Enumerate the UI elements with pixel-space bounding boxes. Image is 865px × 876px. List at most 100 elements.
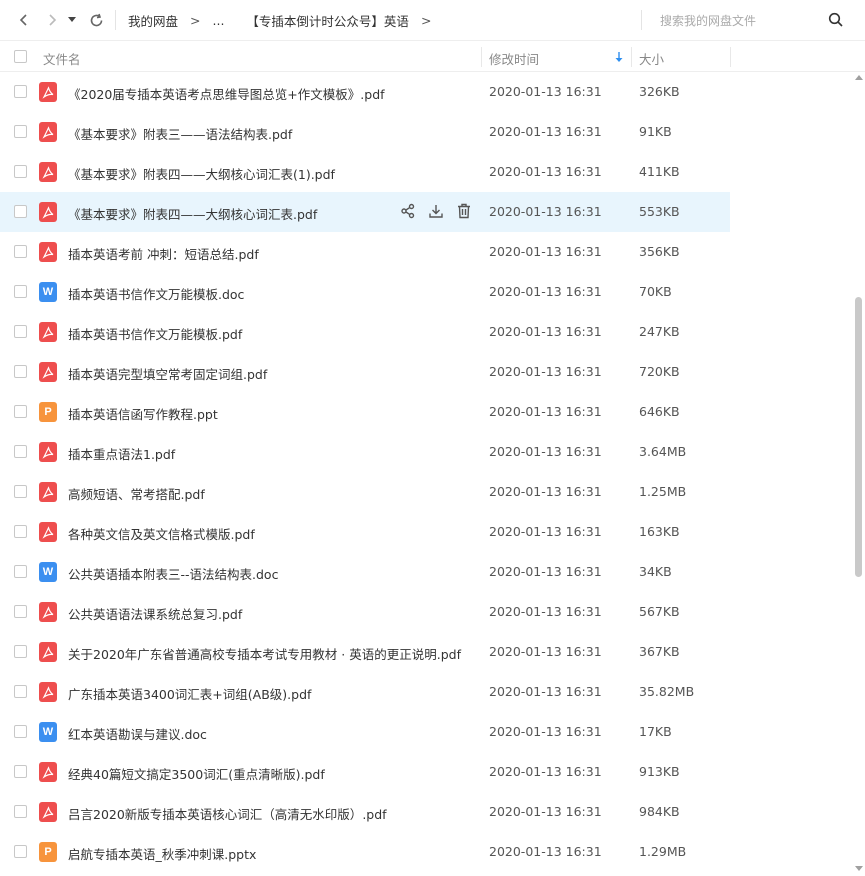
file-row[interactable]: W 红本英语勘误与建议.doc 2020-01-13 16:31 17KB xyxy=(0,712,730,752)
file-row[interactable]: P 启航专插本英语_秋季冲刺课.pptx 2020-01-13 16:31 1.29M… xyxy=(0,832,730,872)
row-checkbox[interactable] xyxy=(14,645,27,658)
breadcrumb-item-ellipsis[interactable]: ... xyxy=(213,13,225,28)
row-checkbox[interactable] xyxy=(14,725,27,738)
file-modified-time: 2020-01-13 16:31 xyxy=(489,164,602,179)
file-name[interactable]: 插本英语考前 冲刺：短语总结.pdf xyxy=(68,244,259,263)
row-checkbox[interactable] xyxy=(14,125,27,138)
pdf-file-icon xyxy=(39,202,57,222)
row-checkbox[interactable] xyxy=(14,205,27,218)
file-modified-time: 2020-01-13 16:31 xyxy=(489,524,602,539)
file-modified-time: 2020-01-13 16:31 xyxy=(489,444,602,459)
file-row[interactable]: 插本英语考前 冲刺：短语总结.pdf 2020-01-13 16:31 356KB xyxy=(0,232,730,272)
file-size: 646KB xyxy=(639,404,680,419)
row-checkbox[interactable] xyxy=(14,845,27,858)
file-name[interactable]: 关于2020年广东省普通高校专插本考试专用教材 · 英语的更正说明.pdf xyxy=(68,644,461,663)
file-row[interactable]: 关于2020年广东省普通高校专插本考试专用教材 · 英语的更正说明.pdf 202… xyxy=(0,632,730,672)
select-all-checkbox[interactable] xyxy=(14,50,27,63)
file-name[interactable]: 《基本要求》附表四——大纲核心词汇表.pdf xyxy=(68,204,317,223)
file-name[interactable]: 公共英语语法课系统总复习.pdf xyxy=(68,604,242,623)
file-row[interactable]: 《2020届专插本英语考点思维导图总览+作文模板》.pdf 2020-01-13 … xyxy=(0,72,730,112)
file-row[interactable]: W 插本英语书信作文万能模板.doc 2020-01-13 16:31 70KB xyxy=(0,272,730,312)
history-dropdown[interactable] xyxy=(65,9,79,31)
file-name[interactable]: 插本英语信函写作教程.ppt xyxy=(68,404,218,423)
search-input[interactable]: 搜索我的网盘文件 xyxy=(660,0,756,40)
file-modified-time: 2020-01-13 16:31 xyxy=(489,124,602,139)
file-row[interactable]: 《基本要求》附表三——语法结构表.pdf 2020-01-13 16:31 91KB xyxy=(0,112,730,152)
file-modified-time: 2020-01-13 16:31 xyxy=(489,844,602,859)
forward-button[interactable] xyxy=(41,9,63,31)
file-modified-time: 2020-01-13 16:31 xyxy=(489,364,602,379)
file-name[interactable]: 插本英语完型填空常考固定词组.pdf xyxy=(68,364,267,383)
row-checkbox[interactable] xyxy=(14,685,27,698)
breadcrumb-separator: > xyxy=(190,12,201,28)
row-checkbox[interactable] xyxy=(14,285,27,298)
share-icon[interactable] xyxy=(400,203,418,221)
vertical-scrollbar[interactable] xyxy=(852,72,865,876)
file-name[interactable]: 公共英语插本附表三--语法结构表.doc xyxy=(68,564,278,583)
file-name[interactable]: 插本重点语法1.pdf xyxy=(68,444,175,463)
row-checkbox[interactable] xyxy=(14,525,27,538)
file-row[interactable]: 公共英语语法课系统总复习.pdf 2020-01-13 16:31 567KB xyxy=(0,592,730,632)
file-row[interactable]: 《基本要求》附表四——大纲核心词汇表(1).pdf 2020-01-13 16:3… xyxy=(0,152,730,192)
file-row[interactable]: 《基本要求》附表四——大纲核心词汇表.pdf 2020-01-13 16:31 55… xyxy=(0,192,730,232)
back-button[interactable] xyxy=(13,9,35,31)
file-row[interactable]: 插本英语完型填空常考固定词组.pdf 2020-01-13 16:31 720KB xyxy=(0,352,730,392)
file-row[interactable]: 经典40篇短文搞定3500词汇(重点清晰版).pdf 2020-01-13 16:… xyxy=(0,752,730,792)
file-modified-time: 2020-01-13 16:31 xyxy=(489,564,602,579)
file-name[interactable]: 《2020届专插本英语考点思维导图总览+作文模板》.pdf xyxy=(68,84,385,103)
file-size: 34KB xyxy=(639,564,672,579)
row-checkbox[interactable] xyxy=(14,605,27,618)
file-row[interactable]: 各种英文信及英文信格式模版.pdf 2020-01-13 16:31 163KB xyxy=(0,512,730,552)
pdf-file-icon xyxy=(39,802,57,822)
file-size: 70KB xyxy=(639,284,672,299)
search-icon[interactable] xyxy=(828,12,844,28)
ppt-file-icon: P xyxy=(39,842,57,862)
file-row[interactable]: P 插本英语信函写作教程.ppt 2020-01-13 16:31 646KB xyxy=(0,392,730,432)
breadcrumb-item-current[interactable]: 【专插本倒计时公众号】英语 xyxy=(246,11,409,30)
row-checkbox[interactable] xyxy=(14,325,27,338)
file-row[interactable]: 插本英语书信作文万能模板.pdf 2020-01-13 16:31 247KB xyxy=(0,312,730,352)
column-header-time[interactable]: 修改时间 xyxy=(489,49,539,68)
scroll-down-arrow[interactable] xyxy=(855,866,863,871)
breadcrumb-item-root[interactable]: 我的网盘 xyxy=(128,11,178,30)
row-checkbox[interactable] xyxy=(14,765,27,778)
row-checkbox[interactable] xyxy=(14,565,27,578)
row-checkbox[interactable] xyxy=(14,485,27,498)
column-header-name[interactable]: 文件名 xyxy=(43,49,81,68)
row-checkbox[interactable] xyxy=(14,245,27,258)
file-row[interactable]: W 公共英语插本附表三--语法结构表.doc 2020-01-13 16:31 34K… xyxy=(0,552,730,592)
doc-file-icon: W xyxy=(39,282,57,302)
column-header-size[interactable]: 大小 xyxy=(639,49,664,68)
download-icon[interactable] xyxy=(428,203,446,221)
file-size: 91KB xyxy=(639,124,672,139)
file-name[interactable]: 各种英文信及英文信格式模版.pdf xyxy=(68,524,255,543)
file-name[interactable]: 经典40篇短文搞定3500词汇(重点清晰版).pdf xyxy=(68,764,325,783)
sort-descending-icon[interactable] xyxy=(614,51,624,63)
file-row[interactable]: 高频短语、常考搭配.pdf 2020-01-13 16:31 1.25MB xyxy=(0,472,730,512)
file-name[interactable]: 红本英语勘误与建议.doc xyxy=(68,724,207,743)
file-name[interactable]: 吕言2020新版专插本英语核心词汇（高清无水印版）.pdf xyxy=(68,804,387,823)
trash-icon[interactable] xyxy=(456,203,474,221)
file-name[interactable]: 广东插本英语3400词汇表+词组(AB级).pdf xyxy=(68,684,311,703)
pdf-file-icon xyxy=(39,322,57,342)
breadcrumb-separator: > xyxy=(420,12,432,28)
file-name[interactable]: 插本英语书信作文万能模板.pdf xyxy=(68,324,242,343)
refresh-button[interactable] xyxy=(85,9,107,31)
row-checkbox[interactable] xyxy=(14,805,27,818)
file-row[interactable]: 插本重点语法1.pdf 2020-01-13 16:31 3.64MB xyxy=(0,432,730,472)
file-row[interactable]: 广东插本英语3400词汇表+词组(AB级).pdf 2020-01-13 16:3… xyxy=(0,672,730,712)
file-row[interactable]: 吕言2020新版专插本英语核心词汇（高清无水印版）.pdf 2020-01-13 … xyxy=(0,792,730,832)
row-checkbox[interactable] xyxy=(14,405,27,418)
file-name[interactable]: 启航专插本英语_秋季冲刺课.pptx xyxy=(68,844,256,863)
file-name[interactable]: 《基本要求》附表三——语法结构表.pdf xyxy=(68,124,292,143)
pdf-file-icon xyxy=(39,682,57,702)
file-name[interactable]: 《基本要求》附表四——大纲核心词汇表(1).pdf xyxy=(68,164,335,183)
row-checkbox[interactable] xyxy=(14,445,27,458)
scroll-thumb[interactable] xyxy=(855,297,862,577)
row-checkbox[interactable] xyxy=(14,85,27,98)
row-checkbox[interactable] xyxy=(14,165,27,178)
file-name[interactable]: 插本英语书信作文万能模板.doc xyxy=(68,284,244,303)
file-name[interactable]: 高频短语、常考搭配.pdf xyxy=(68,484,205,503)
row-checkbox[interactable] xyxy=(14,365,27,378)
scroll-up-arrow[interactable] xyxy=(855,75,863,80)
